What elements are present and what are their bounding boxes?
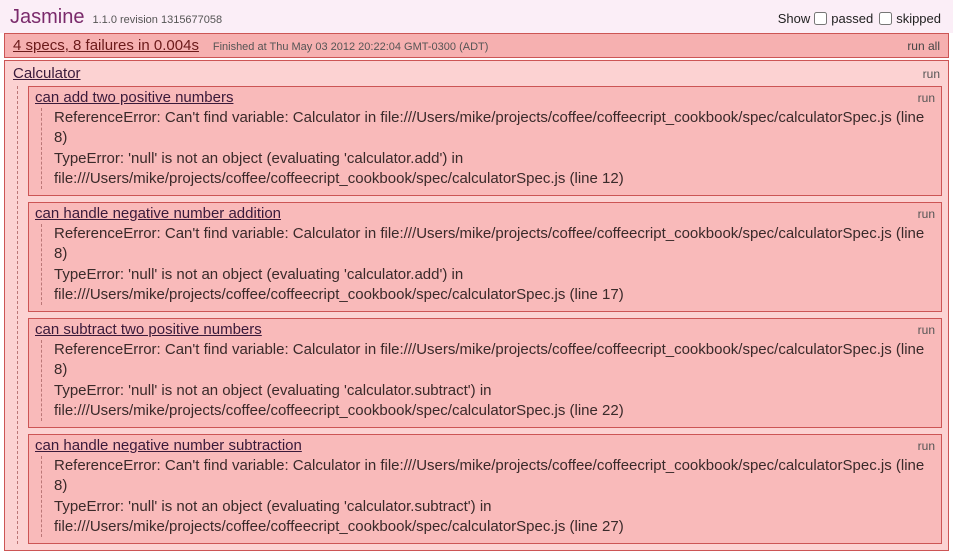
error-message: ReferenceError: Can't find variable: Cal… — [54, 456, 935, 497]
spec-header: can handle negative number subtraction ru… — [35, 437, 935, 454]
suite-name-link[interactable]: Calculator — [13, 65, 81, 82]
spec-name-link[interactable]: can subtract two positive numbers — [35, 321, 262, 338]
error-message: TypeError: 'null' is not an object (eval… — [54, 265, 935, 306]
spec-name-link[interactable]: can handle negative number subtraction — [35, 437, 302, 454]
show-label: Show — [778, 11, 811, 26]
spec-messages: ReferenceError: Can't find variable: Cal… — [41, 340, 935, 421]
error-message: TypeError: 'null' is not an object (eval… — [54, 497, 935, 538]
spec-header: can subtract two positive numbers run — [35, 321, 935, 338]
spec-run-link[interactable]: run — [918, 91, 935, 105]
error-message: ReferenceError: Can't find variable: Cal… — [54, 108, 935, 149]
results: Calculator run can add two positive numb… — [4, 60, 949, 551]
spec-name-link[interactable]: can add two positive numbers — [35, 89, 233, 106]
error-message: ReferenceError: Can't find variable: Cal… — [54, 224, 935, 265]
summary-bar: 4 specs, 8 failures in 0.004s Finished a… — [4, 33, 949, 58]
finished-at: Finished at Thu May 03 2012 20:22:04 GMT… — [213, 41, 489, 53]
spec-run-link[interactable]: run — [918, 323, 935, 337]
suite-run-link[interactable]: run — [923, 67, 940, 81]
error-message: TypeError: 'null' is not an object (eval… — [54, 381, 935, 422]
error-message: TypeError: 'null' is not an object (eval… — [54, 149, 935, 190]
spec-name-link[interactable]: can handle negative number addition — [35, 205, 281, 222]
summary-left: 4 specs, 8 failures in 0.004s Finished a… — [13, 37, 488, 54]
suite-header: Calculator run — [11, 63, 942, 86]
spec-messages: ReferenceError: Can't find variable: Cal… — [41, 224, 935, 305]
spec-header: can add two positive numbers run — [35, 89, 935, 106]
summary-link[interactable]: 4 specs, 8 failures in 0.004s — [13, 37, 199, 54]
skipped-label[interactable]: skipped — [896, 11, 941, 26]
spec-header: can handle negative number addition run — [35, 205, 935, 222]
passed-label[interactable]: passed — [831, 11, 873, 26]
spec: can add two positive numbers run Reference… — [28, 86, 942, 196]
spec-run-link[interactable]: run — [918, 439, 935, 453]
spec-messages: ReferenceError: Can't find variable: Cal… — [41, 456, 935, 537]
skipped-checkbox[interactable] — [879, 12, 892, 25]
spec: can handle negative number subtraction ru… — [28, 434, 942, 544]
header: Jasmine 1.1.0 revision 1315677058 Show p… — [0, 0, 953, 33]
app-version: 1.1.0 revision 1315677058 — [92, 14, 222, 26]
passed-checkbox[interactable] — [814, 12, 827, 25]
app-title: Jasmine — [10, 6, 84, 29]
spec: can subtract two positive numbers run Refe… — [28, 318, 942, 428]
error-message: ReferenceError: Can't find variable: Cal… — [54, 340, 935, 381]
header-left: Jasmine 1.1.0 revision 1315677058 — [10, 6, 222, 29]
header-right: Show passed skipped — [778, 11, 943, 26]
specs-wrap: can add two positive numbers run Reference… — [17, 86, 942, 544]
spec: can handle negative number addition run Re… — [28, 202, 942, 312]
spec-run-link[interactable]: run — [918, 207, 935, 221]
run-all-link[interactable]: run all — [907, 39, 940, 53]
spec-messages: ReferenceError: Can't find variable: Cal… — [41, 108, 935, 189]
